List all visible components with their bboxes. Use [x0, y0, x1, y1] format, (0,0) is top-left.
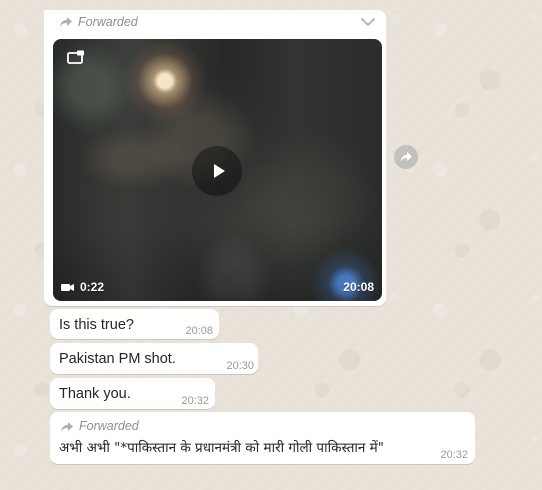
share-button[interactable]	[394, 145, 418, 169]
forwarded-label: Forwarded	[79, 419, 139, 433]
video-thumbnail[interactable]: 0:22 20:08	[53, 39, 382, 301]
video-duration-row: 0:22	[60, 280, 104, 294]
chat-layer: Forwarded 0:22 20:08 Is this true? 20:08…	[0, 0, 542, 490]
video-camera-icon	[61, 283, 74, 291]
chevron-down-icon[interactable]	[360, 16, 376, 28]
video-message-bubble[interactable]: Forwarded 0:22 20:08	[44, 10, 386, 306]
message-text: Thank you.	[59, 386, 131, 402]
forwarded-row: Forwarded	[59, 15, 138, 29]
play-icon	[213, 164, 225, 178]
share-forward-icon	[400, 152, 412, 162]
message-text: अभी अभी "*पाकिस्तान के प्रधानमंत्री को म…	[59, 440, 384, 456]
message-time: 20:08	[185, 325, 213, 337]
message-bubble[interactable]: Pakistan PM shot. 20:30	[50, 343, 258, 374]
message-time: 20:32	[181, 395, 209, 407]
forward-icon	[61, 421, 73, 432]
expand-icon[interactable]	[66, 49, 88, 67]
video-duration: 0:22	[80, 280, 105, 294]
forwarded-row: Forwarded	[60, 419, 139, 434]
video-timestamp: 20:08	[343, 280, 374, 294]
forwarded-label: Forwarded	[78, 15, 138, 29]
message-bubble[interactable]: Thank you. 20:32	[50, 378, 215, 409]
forwarded-message-bubble[interactable]: Forwarded अभी अभी "*पाकिस्तान के प्रधानम…	[50, 412, 475, 464]
message-text: Pakistan PM shot.	[59, 351, 176, 367]
play-button[interactable]	[192, 146, 242, 196]
video-timestamp-row: 20:08	[343, 280, 374, 294]
message-text: Is this true?	[59, 317, 134, 333]
message-time: 20:30	[226, 360, 254, 372]
forward-icon	[60, 17, 72, 27]
message-time: 20:32	[440, 449, 468, 461]
message-bubble[interactable]: Is this true? 20:08	[50, 309, 219, 339]
